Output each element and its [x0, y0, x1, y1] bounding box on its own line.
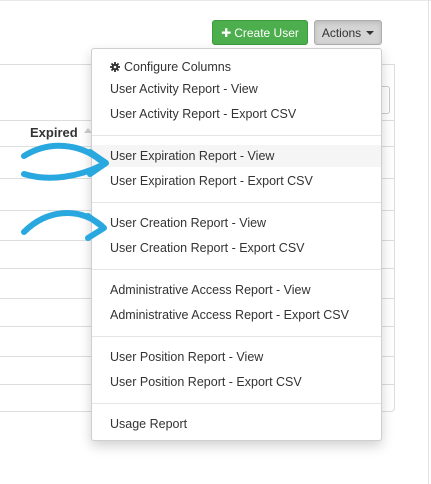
menu-item-label: User Position Report - View [110, 350, 264, 364]
create-user-button[interactable]: ✚ Create User [212, 20, 308, 45]
menu-item-usage-report[interactable]: Usage Report [92, 413, 381, 435]
annotation-arrow-icon [21, 142, 109, 181]
menu-item-admin-access-export[interactable]: Administrative Access Report - Export CS… [92, 304, 381, 326]
menu-item-label: User Activity Report - View [110, 82, 258, 96]
menu-item-user-position-export[interactable]: User Position Report - Export CSV [92, 371, 381, 393]
menu-item-configure-columns[interactable]: Configure Columns [92, 56, 381, 78]
menu-item-admin-access-view[interactable]: Administrative Access Report - View [92, 279, 381, 301]
menu-item-user-creation-view[interactable]: User Creation Report - View [92, 212, 381, 234]
create-user-label: Create User [234, 25, 299, 40]
actions-label: Actions [321, 25, 362, 40]
menu-item-label: Configure Columns [124, 60, 231, 74]
menu-item-label: User Creation Report - View [110, 216, 267, 230]
actions-dropdown-menu: Configure Columns User Activity Report -… [91, 48, 382, 441]
menu-item-label: Administrative Access Report - View [110, 283, 311, 297]
menu-item-user-activity-view[interactable]: User Activity Report - View [92, 78, 381, 100]
plus-icon: ✚ [221, 25, 232, 40]
menu-item-label: User Position Report - Export CSV [110, 375, 302, 389]
top-border [0, 0, 431, 1]
menu-divider [92, 202, 381, 203]
menu-item-label: User Expiration Report - Export CSV [110, 174, 313, 188]
menu-item-user-activity-export[interactable]: User Activity Report - Export CSV [92, 103, 381, 125]
annotation-arrow-icon [21, 210, 107, 241]
menu-item-label: User Activity Report - Export CSV [110, 107, 297, 121]
gear-icon [110, 62, 120, 72]
menu-divider [92, 269, 381, 270]
menu-item-label: User Creation Report - Export CSV [110, 241, 305, 255]
actions-button[interactable]: Actions [314, 20, 382, 45]
menu-item-user-creation-export[interactable]: User Creation Report - Export CSV [92, 237, 381, 259]
menu-item-user-position-view[interactable]: User Position Report - View [92, 346, 381, 368]
menu-divider [92, 336, 381, 337]
menu-divider [92, 403, 381, 404]
page-edge [428, 0, 429, 484]
caret-down-icon [366, 30, 375, 35]
menu-item-label: Administrative Access Report - Export CS… [110, 308, 349, 322]
menu-divider [92, 135, 381, 136]
menu-item-label: Usage Report [110, 417, 188, 431]
menu-item-user-expiration-export[interactable]: User Expiration Report - Export CSV [92, 170, 381, 192]
menu-item-label: User Expiration Report - View [110, 149, 275, 163]
menu-item-user-expiration-view[interactable]: User Expiration Report - View [92, 145, 381, 167]
